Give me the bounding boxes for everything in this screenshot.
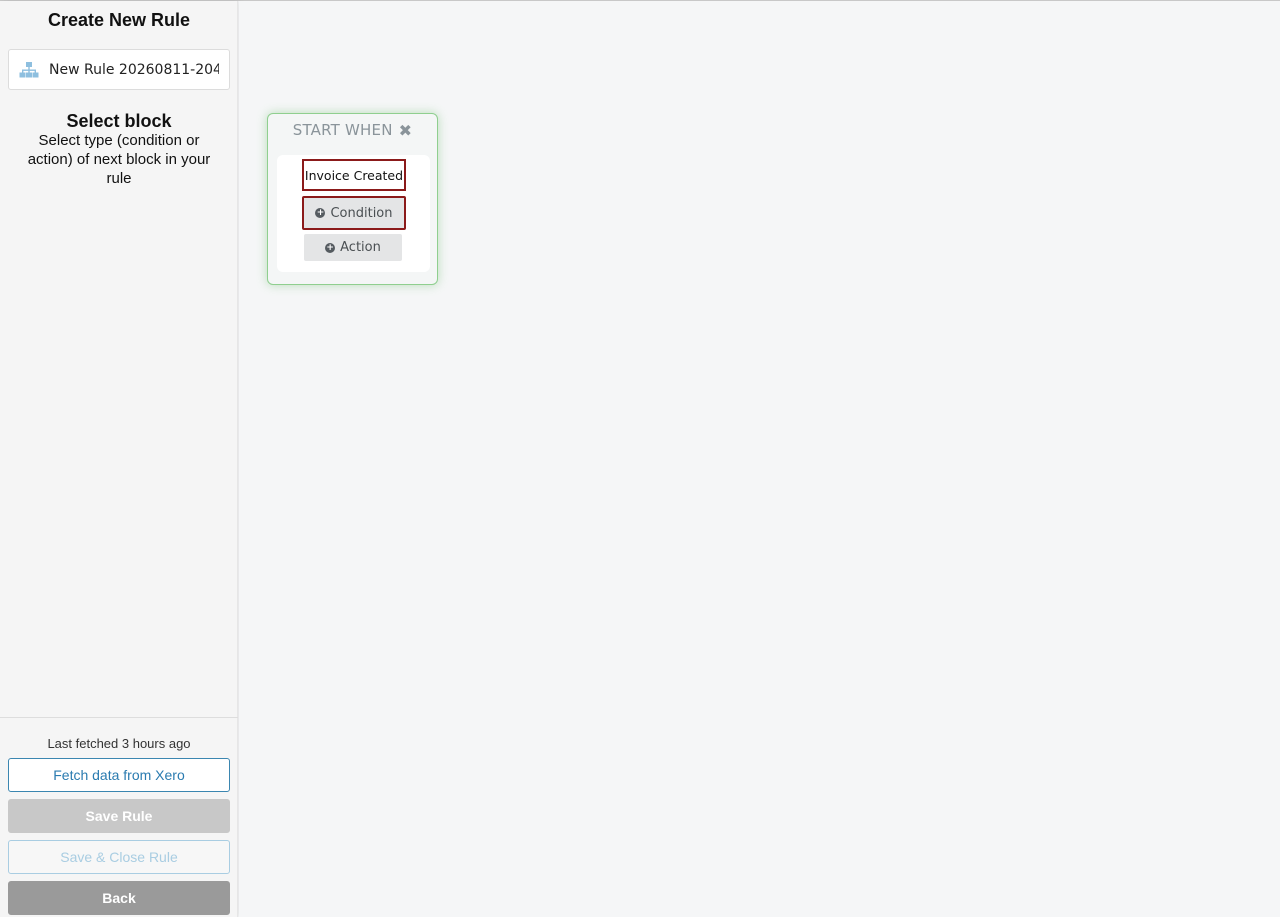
start-when-header: START WHEN ✖	[268, 120, 437, 140]
back-button[interactable]: Back	[8, 881, 230, 915]
add-action-button[interactable]: + Action	[304, 234, 402, 261]
plus-circle-icon: +	[315, 208, 326, 218]
close-icon[interactable]: ✖	[399, 121, 413, 140]
select-block-description: Select type (condition or action) of nex…	[27, 132, 211, 187]
start-when-label: START WHEN	[292, 121, 393, 139]
select-block-title: Select block	[66, 111, 172, 131]
rule-name-field[interactable]	[8, 49, 230, 90]
rule-builder-app: Create New Rule Select block Select type…	[0, 0, 1280, 917]
trigger-invoice-created[interactable]: Invoice Created	[302, 159, 406, 191]
save-close-rule-button[interactable]: Save & Close Rule	[8, 840, 230, 874]
sidebar-footer: Last fetched 3 hours ago Fetch data from…	[0, 717, 238, 917]
start-when-body: Invoice Created + Condition + Action	[277, 155, 430, 272]
page-title: Create New Rule	[47, 10, 191, 30]
hierarchy-icon	[9, 50, 49, 89]
last-fetched-status: Last fetched 3 hours ago	[47, 736, 191, 751]
fetch-xero-button[interactable]: Fetch data from Xero	[8, 758, 230, 792]
add-condition-button[interactable]: + Condition	[302, 196, 406, 230]
rule-name-input[interactable]	[49, 61, 219, 78]
action-label: Action	[340, 240, 381, 255]
condition-label: Condition	[330, 205, 393, 221]
start-when-block[interactable]: START WHEN ✖ Invoice Created + Condition…	[267, 113, 438, 285]
sidebar: Create New Rule Select block Select type…	[0, 1, 238, 917]
plus-circle-icon: +	[325, 242, 336, 253]
save-rule-button[interactable]: Save Rule	[8, 799, 230, 833]
